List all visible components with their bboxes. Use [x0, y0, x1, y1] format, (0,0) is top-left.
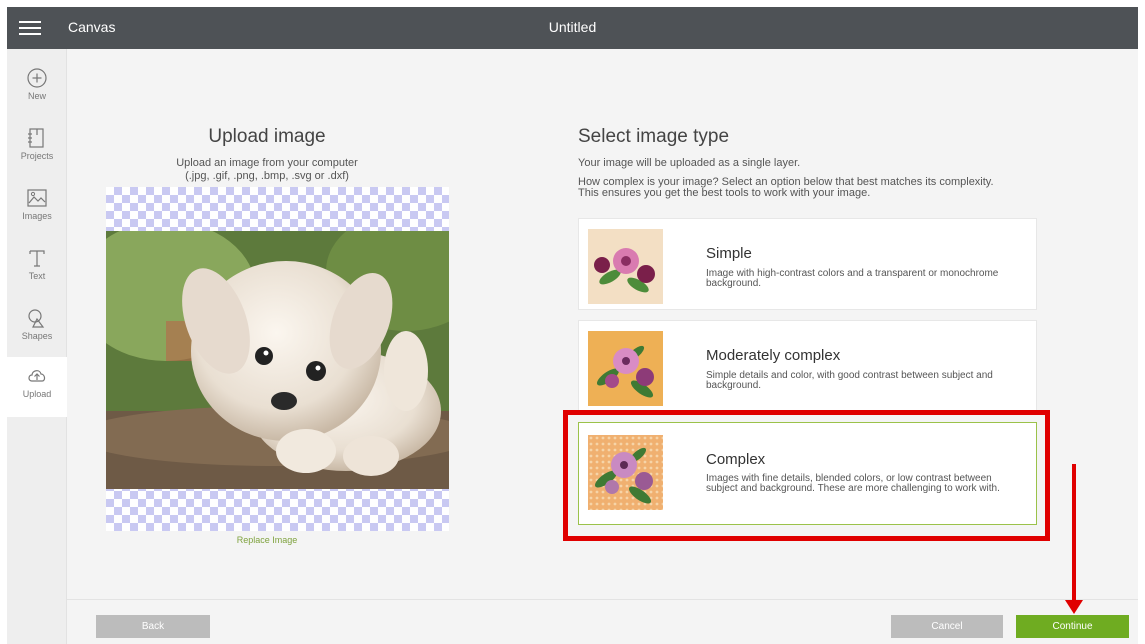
- upload-title: Upload image: [208, 126, 326, 147]
- annotation-arrow-shaft: [1072, 464, 1076, 604]
- back-button[interactable]: Back: [96, 615, 210, 638]
- option-complex[interactable]: Complex Images with fine details, blende…: [578, 422, 1037, 525]
- plus-circle-icon: [27, 68, 47, 88]
- cloud-upload-icon: [28, 370, 46, 382]
- upload-description: Upload an image from your computer: [176, 157, 358, 169]
- option-description: Image with high-contrast colors and a tr…: [706, 268, 999, 289]
- image-type-subtitle: Your image will be uploaded as a single …: [578, 157, 801, 169]
- sidebar-item-shapes[interactable]: Shapes: [7, 299, 67, 359]
- upload-file-types: (.jpg, .gif, .png, .bmp, .svg or .dxf): [185, 170, 349, 182]
- moderate-flower-thumbnail: [588, 331, 663, 406]
- sidebar-item-new[interactable]: New: [7, 59, 67, 119]
- bottom-bar: Back Cancel Continue: [67, 599, 1138, 644]
- option-simple[interactable]: Simple Image with high-contrast colors a…: [578, 218, 1037, 310]
- sidebar-item-projects[interactable]: Projects: [7, 119, 67, 179]
- replace-image-link[interactable]: Replace Image: [107, 535, 427, 545]
- cancel-button[interactable]: Cancel: [891, 615, 1003, 638]
- sidebar-item-upload[interactable]: Upload: [7, 357, 67, 417]
- image-type-hint: This ensures you get the best tools to w…: [578, 187, 871, 199]
- document-title: Untitled: [548, 19, 597, 35]
- annotation-arrow-down-icon: [1065, 600, 1083, 614]
- shapes-icon: [28, 309, 45, 328]
- option-description: Images with fine details, blended colors…: [706, 473, 1000, 494]
- option-title: Complex: [706, 451, 766, 468]
- top-bar: Canvas Untitled: [7, 7, 1138, 49]
- image-preview: [106, 187, 449, 531]
- images-icon: [27, 189, 47, 207]
- sidebar-item-text[interactable]: Text: [7, 239, 67, 299]
- sidebar-item-label: Images: [22, 211, 52, 221]
- continue-button[interactable]: Continue: [1016, 615, 1129, 638]
- uploaded-photo: [106, 231, 449, 489]
- projects-icon: [28, 128, 44, 148]
- text-icon: [29, 250, 45, 267]
- puppy-photo-illustration: [106, 231, 449, 489]
- sidebar-item-label: Shapes: [21, 331, 53, 341]
- app-window: Canvas Untitled New Projects Images Text…: [7, 7, 1138, 644]
- option-description: Simple details and color, with good cont…: [706, 370, 993, 391]
- sidebar: New Projects Images Text Shapes Upload: [7, 49, 67, 644]
- simple-flower-thumbnail: [588, 229, 663, 304]
- complex-flower-thumbnail: [588, 435, 663, 510]
- option-title: Moderately complex: [706, 347, 841, 364]
- option-title: Simple: [706, 245, 752, 262]
- option-moderately-complex[interactable]: Moderately complex Simple details and co…: [578, 320, 1037, 412]
- image-type-title: Select image type: [578, 126, 730, 147]
- sidebar-item-images[interactable]: Images: [7, 179, 67, 239]
- sidebar-item-label: New: [27, 91, 46, 101]
- sidebar-item-label: Text: [28, 271, 46, 281]
- sidebar-item-label: Projects: [20, 151, 54, 161]
- sidebar-item-label: Upload: [22, 389, 52, 399]
